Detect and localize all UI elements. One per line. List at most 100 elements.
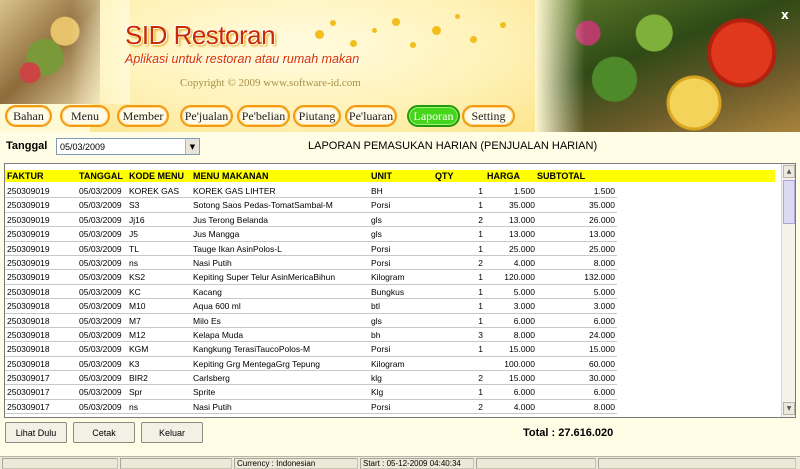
cell-faktur: 250309019	[7, 186, 50, 196]
app-subtitle: Aplikasi untuk restoran atau rumah makan	[125, 52, 360, 66]
cell-menu-makanan: Sotong Saos Pedas-TomatSambal-M	[193, 200, 333, 211]
cell-faktur: 250309018	[7, 301, 50, 312]
chevron-down-icon[interactable]: ▼	[185, 139, 199, 154]
cell-harga: 15.000	[509, 373, 535, 384]
cell-tanggal: 05/03/2009	[79, 200, 122, 211]
cell-qty: 1	[478, 186, 483, 196]
cell-qty: 1	[478, 315, 483, 326]
cell-harga: 6.000	[513, 387, 535, 398]
table-row[interactable]: 250309019 05/03/2009 KOREK GAS KOREK GAS LI…	[5, 184, 617, 199]
table-row[interactable]: 250309019 05/03/2009 KS2 Kepiting Super Tel…	[5, 270, 617, 285]
cell-faktur: 250309019	[7, 214, 50, 225]
table-row[interactable]: 250309017 05/03/2009 BIR2 Carlsberg klg 2 15.0…	[5, 371, 617, 386]
cell-tanggal: 05/03/2009	[79, 401, 122, 412]
table-row[interactable]: 250309018 05/03/2009 KC Kacang Bungkus 1 5.000…	[5, 285, 617, 300]
table-row[interactable]: 250309018 05/03/2009 K3 Kepiting Grg Menteg…	[5, 357, 617, 372]
cell-subtotal: 26.000	[589, 214, 615, 225]
cell-kode-menu: BIR2	[129, 373, 148, 384]
cell-faktur: 250309019	[7, 229, 50, 240]
cell-subtotal: 30.000	[589, 373, 615, 384]
col-unit-header: UNIT	[371, 171, 392, 181]
total-amount: Total : 27.616.020	[523, 427, 614, 439]
table-row[interactable]: 250309019 05/03/2009 Jj16 Jus Terong Beland…	[5, 213, 617, 228]
table-row[interactable]: 250309018 05/03/2009 M12 Kelapa Muda bh 3 8.00…	[5, 328, 617, 343]
cell-harga: 8.000	[513, 329, 535, 340]
nav-piutang-button[interactable]: Piutang	[293, 105, 341, 127]
cell-menu-makanan: Kelapa Muda	[193, 329, 244, 340]
nav-penjualan-button[interactable]: Pe'jualan	[180, 105, 233, 127]
table-row[interactable]: 250309019 05/03/2009 S3 Sotong Saos Pedas-T…	[5, 198, 617, 213]
cell-faktur: 250309017	[7, 401, 50, 412]
cell-harga: 13.000	[509, 214, 535, 225]
table-row[interactable]: 250309019 05/03/2009 J5 Jus Mangga gls 1 13.00…	[5, 227, 617, 242]
cell-harga: 15.000	[509, 344, 535, 355]
table-row[interactable]: 250309017 05/03/2009 Spr Sprite Klg 1 6.000 6.0…	[5, 385, 617, 400]
cell-kode-menu: KOREK GAS	[129, 186, 180, 196]
cell-menu-makanan: Kacang	[193, 286, 222, 297]
sales-report-grid[interactable]: FAKTUR TANGGAL KODE MENU MENU MAKANAN UN…	[4, 163, 796, 418]
cell-unit: bh	[371, 329, 381, 340]
cell-faktur: 250309018	[7, 315, 50, 326]
cell-kode-menu: M7	[129, 315, 141, 326]
table-row[interactable]: 250309017 05/03/2009 ns Nasi Putih Porsi 2 4.0…	[5, 400, 617, 415]
status-cell-empty-3	[476, 458, 596, 469]
cell-subtotal: 13.000	[589, 229, 615, 240]
col-faktur-header: FAKTUR	[7, 171, 44, 181]
status-start-time: Start : 05-12-2009 04:40:34	[360, 458, 474, 469]
col-kode-header: KODE MENU	[129, 171, 185, 181]
cell-faktur: 250309018	[7, 286, 50, 297]
scroll-thumb[interactable]	[783, 180, 795, 224]
lihat-dulu-button[interactable]: Lihat Dulu	[5, 422, 67, 443]
cell-menu-makanan: Nasi Putih	[193, 401, 232, 412]
table-row[interactable]: 250309019 05/03/2009 TL Tauge Ikan AsinPolo…	[5, 242, 617, 256]
cell-menu-makanan: Aqua 600 ml	[193, 301, 241, 312]
cell-tanggal: 05/03/2009	[79, 229, 122, 240]
nav-bahan-button[interactable]: Bahan	[5, 105, 52, 127]
cell-unit: Klg	[371, 387, 384, 398]
scroll-up-icon[interactable]: ▲	[783, 165, 795, 178]
cell-subtotal: 6.000	[593, 387, 615, 398]
close-icon[interactable]: x	[781, 8, 789, 22]
table-row[interactable]: 250309018 05/03/2009 M10 Aqua 600 ml btl 1 3.0…	[5, 299, 617, 314]
cell-qty: 1	[478, 387, 483, 398]
cell-faktur: 250309019	[7, 243, 50, 254]
cell-unit: Porsi	[371, 401, 391, 412]
app-title: SID Restoran	[125, 20, 276, 50]
cell-kode-menu: J5	[129, 229, 138, 240]
cell-unit: Kilogram	[371, 358, 405, 369]
cell-menu-makanan: Jus Terong Belanda	[193, 214, 268, 225]
cell-harga: 100.000	[504, 358, 535, 369]
cell-kode-menu: KGM	[129, 344, 149, 355]
cell-unit: BH	[371, 186, 383, 196]
nav-laporan-button[interactable]: Laporan	[407, 105, 460, 127]
nav-pembelian-button[interactable]: Pe'belian	[237, 105, 290, 127]
nav-member-button[interactable]: Member	[117, 105, 169, 127]
vertical-scrollbar[interactable]: ▲ ▼	[781, 164, 795, 417]
scroll-down-icon[interactable]: ▼	[783, 402, 795, 415]
date-value[interactable]: 05/03/2009	[57, 142, 185, 152]
cell-subtotal: 24.000	[589, 329, 615, 340]
cell-kode-menu: S3	[129, 200, 140, 211]
cell-tanggal: 05/03/2009	[79, 257, 122, 268]
copyright-text: Copyright © 2009 www.software-id.com	[180, 77, 361, 89]
cell-kode-menu: Spr	[129, 387, 143, 398]
cell-tanggal: 05/03/2009	[79, 387, 122, 398]
nav-setting-button[interactable]: Setting	[462, 105, 515, 127]
table-row[interactable]: 250309018 05/03/2009 M7 Milo Es gls 1 6.000 6.0…	[5, 314, 617, 328]
cell-kode-menu: Jj16	[129, 214, 145, 225]
cetak-button[interactable]: Cetak	[73, 422, 135, 443]
status-cell-empty-4	[598, 458, 796, 469]
cell-subtotal: 132.000	[584, 272, 615, 283]
table-row[interactable]: 250309018 05/03/2009 KGM Kangkung TerasiTau…	[5, 342, 617, 357]
cell-unit: gls	[371, 229, 382, 240]
keluar-button[interactable]: Keluar	[141, 422, 203, 443]
cell-faktur: 250309018	[7, 358, 50, 369]
nav-menu-button[interactable]: Menu	[60, 105, 110, 127]
date-picker[interactable]: 05/03/2009 ▼	[56, 138, 200, 155]
cell-menu-makanan: Carlsberg	[193, 373, 230, 384]
nav-pengeluaran-button[interactable]: Pe'luaran	[345, 105, 397, 127]
table-row[interactable]: 250309019 05/03/2009 ns Nasi Putih Porsi 2 4.0…	[5, 256, 617, 271]
cell-subtotal: 8.000	[593, 401, 615, 412]
grid-body: 250309019 05/03/2009 KOREK GAS KOREK GAS LI…	[5, 184, 785, 415]
cell-harga: 4.000	[513, 257, 535, 268]
